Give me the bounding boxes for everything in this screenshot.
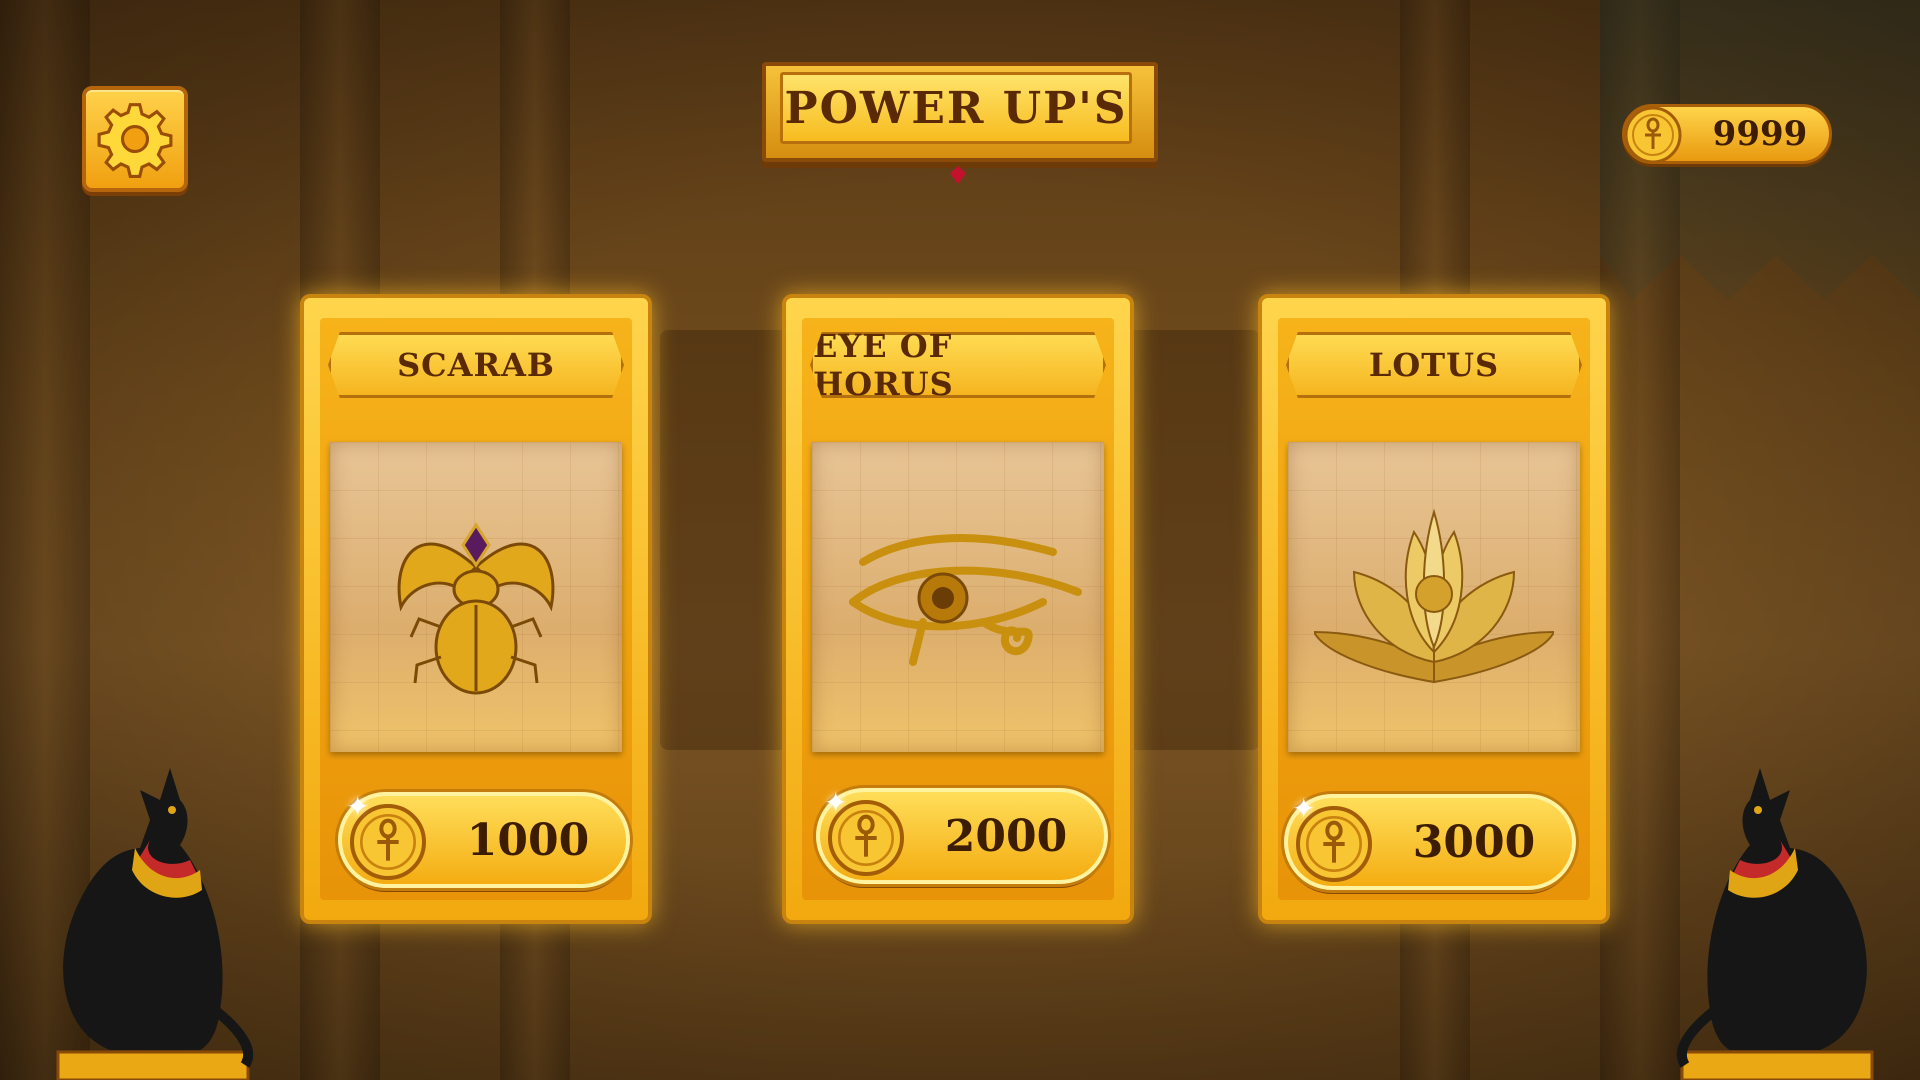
card-title-banner: SCARAB — [328, 332, 624, 398]
gear-icon — [97, 103, 173, 178]
page-title: POWER UP'S — [784, 82, 1128, 134]
price-amount: 2000 — [944, 810, 1068, 862]
price-amount: 3000 — [1412, 816, 1536, 868]
ankh-coin-icon — [1624, 106, 1682, 164]
cat-statue-left — [56, 768, 254, 1080]
powerup-card-lotus[interactable]: LOTUS ✦ 3000 — [1258, 294, 1610, 924]
settings-button[interactable] — [82, 86, 188, 192]
sparkle-icon: ✦ — [1292, 792, 1316, 825]
buy-eye-of-horus-button[interactable]: ✦ 2000 — [816, 786, 1108, 884]
cat-statue-right — [1676, 768, 1874, 1080]
card-title: LOTUS — [1368, 346, 1500, 384]
scarab-icon — [397, 522, 555, 695]
lotus-icon — [1314, 508, 1554, 684]
sparkle-icon: ✦ — [346, 790, 370, 823]
coin-balance-amount: 9999 — [1712, 114, 1808, 154]
card-title: SCARAB — [397, 346, 555, 384]
buy-scarab-button[interactable]: ✦ 1000 — [338, 790, 630, 888]
card-image-panel — [1288, 442, 1580, 752]
sparkle-icon: ✦ — [824, 786, 848, 819]
card-image-panel — [812, 442, 1104, 752]
card-title-banner: LOTUS — [1286, 332, 1582, 398]
powerup-card-scarab[interactable]: SCARAB ✦ 1000 — [300, 294, 652, 924]
card-image-panel — [330, 442, 622, 752]
coin-balance: 9999 — [1622, 104, 1832, 164]
title-plate: POWER UP'S — [762, 62, 1158, 190]
card-title-banner: EYE OF HORUS — [810, 332, 1106, 398]
price-amount: 1000 — [466, 814, 590, 866]
buy-lotus-button[interactable]: ✦ 3000 — [1284, 792, 1576, 890]
ruby-gem — [950, 166, 966, 184]
powerup-card-eye-of-horus[interactable]: EYE OF HORUS ✦ 2000 — [782, 294, 1134, 924]
card-title: EYE OF HORUS — [813, 327, 954, 403]
eye-of-horus-icon — [849, 534, 1082, 666]
